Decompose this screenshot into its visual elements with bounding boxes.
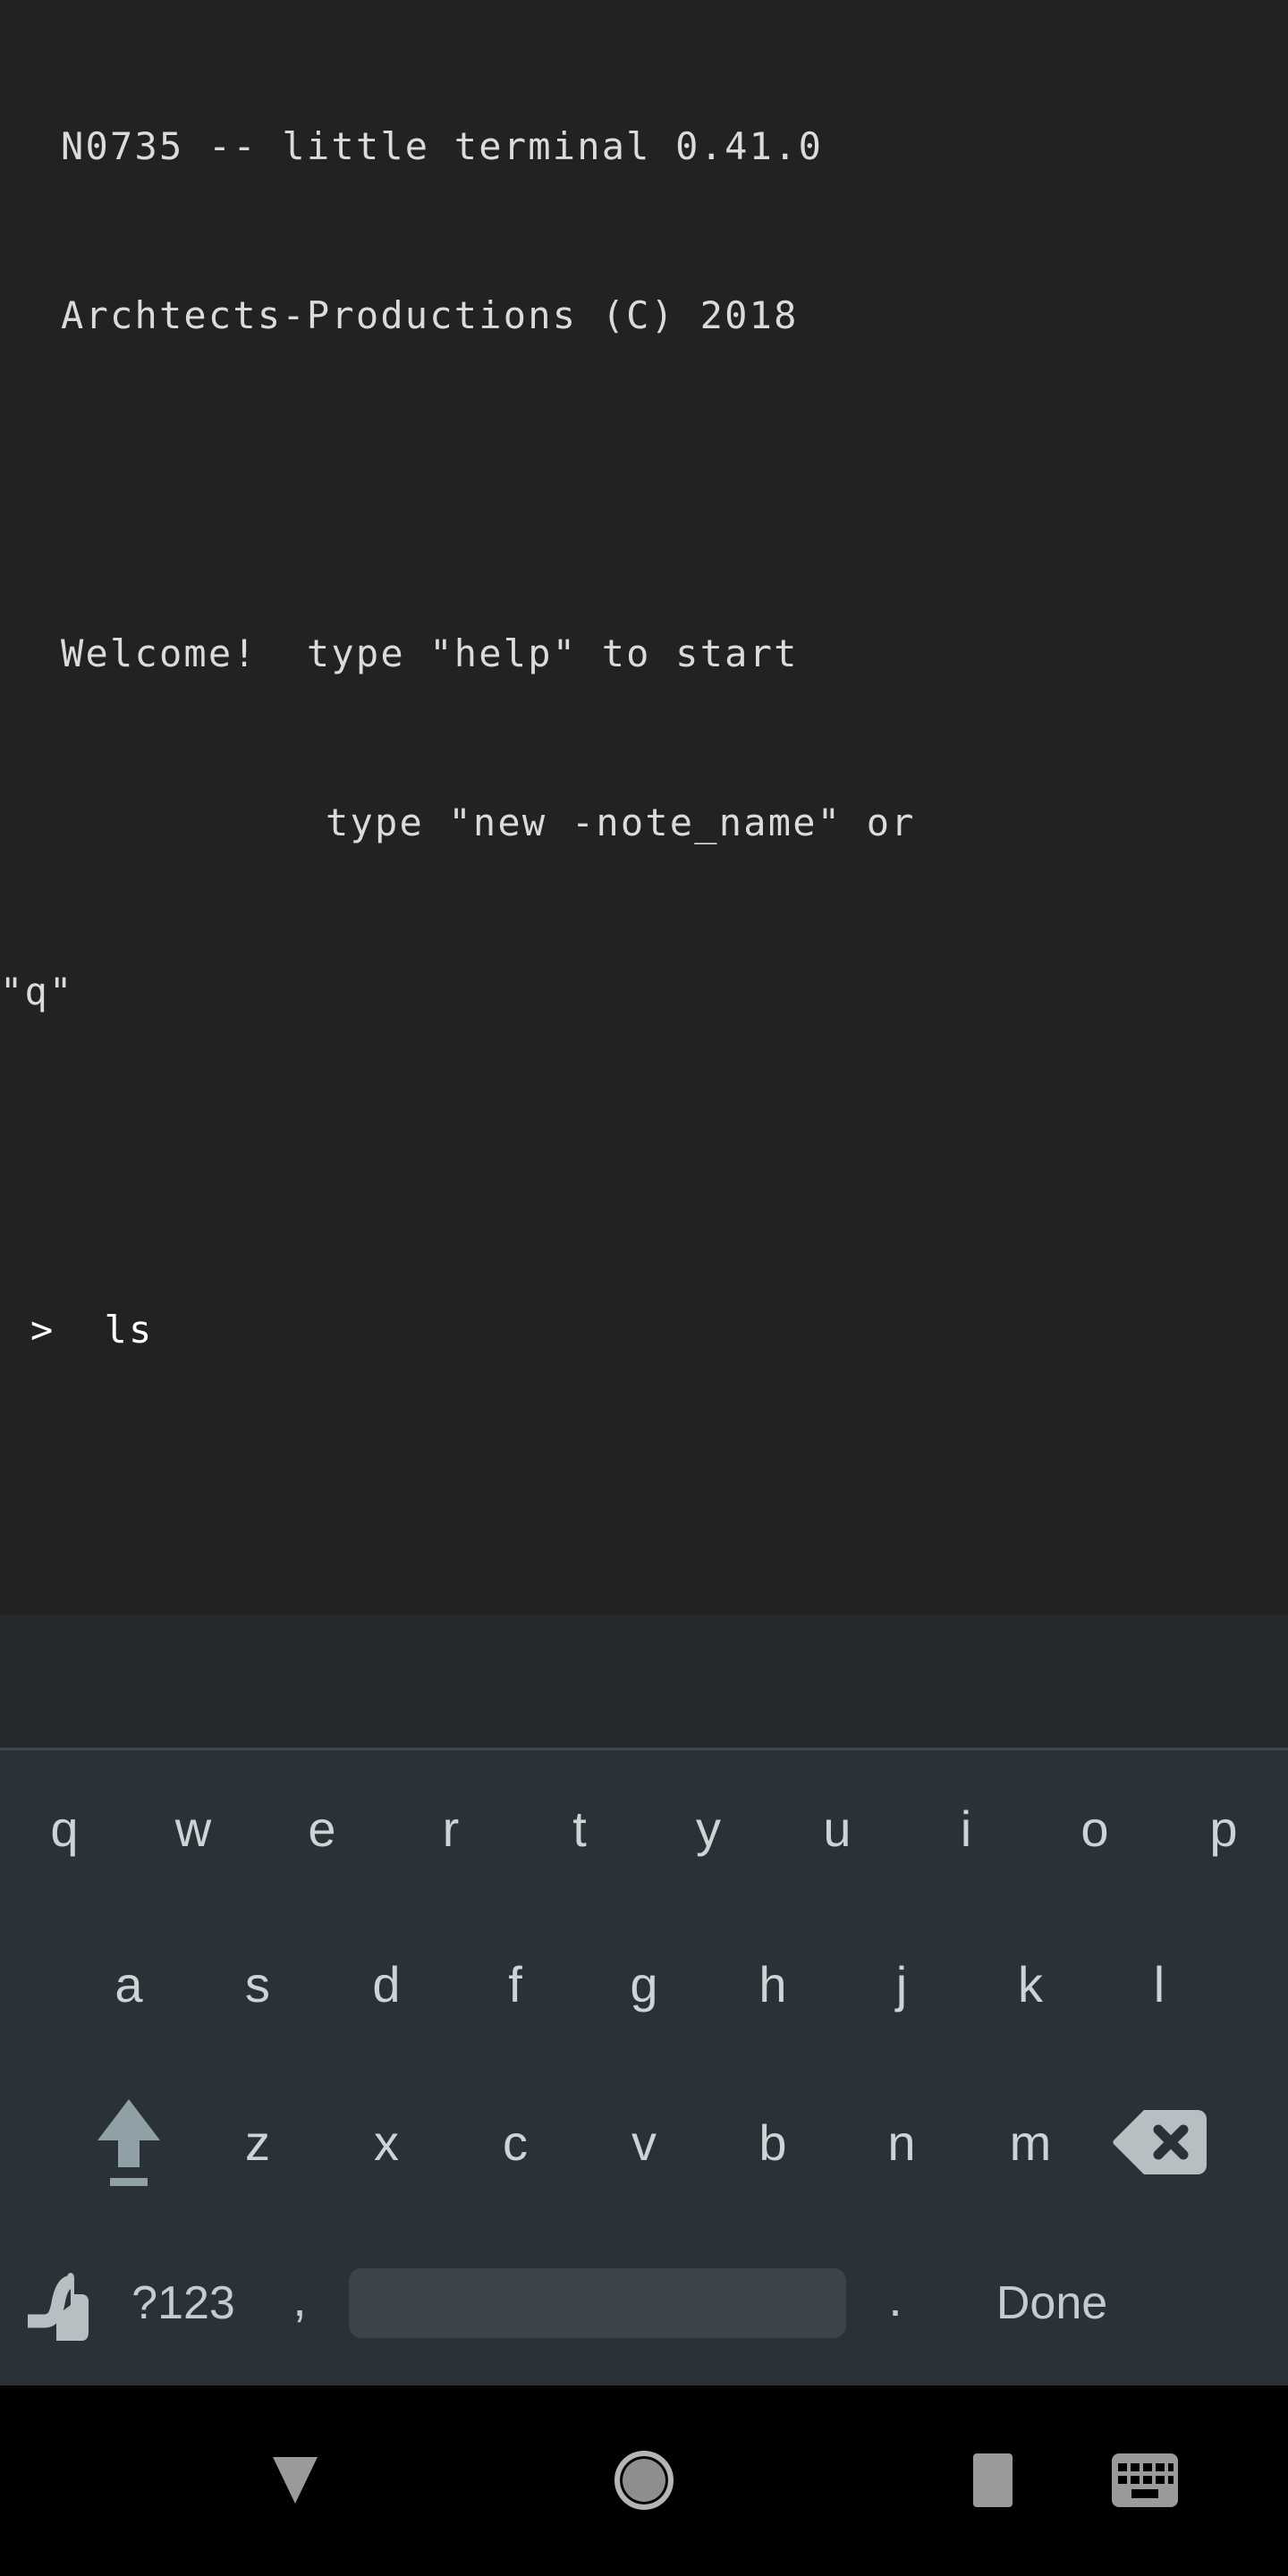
key-d[interactable]: d — [322, 1906, 451, 2062]
terminal-line-version: N0735 -- little terminal 0.41.0 — [61, 124, 824, 168]
phone-screen: N0735 -- little terminal 0.41.0 Archtect… — [0, 0, 1288, 2576]
home-circle-icon — [614, 2450, 674, 2510]
key-j[interactable]: j — [837, 1906, 966, 2062]
shift-arrow-icon — [97, 2099, 160, 2186]
key-e[interactable]: e — [258, 1750, 386, 1906]
handwriting-gesture-key[interactable] — [0, 2223, 116, 2384]
key-z[interactable]: z — [193, 2062, 322, 2223]
done-key[interactable]: Done — [945, 2223, 1159, 2384]
key-o[interactable]: o — [1030, 1750, 1159, 1906]
terminal-blank-line-2 — [0, 1132, 1288, 1189]
key-q[interactable]: q — [0, 1750, 129, 1906]
keyboard-row-2: a s d f g h j k l — [0, 1906, 1288, 2062]
symbols-key[interactable]: ?123 — [116, 2223, 250, 2384]
terminal-output-area[interactable]: N0735 -- little terminal 0.41.0 Archtect… — [0, 0, 1288, 1615]
handwriting-gesture-icon — [28, 2273, 89, 2341]
terminal-prompt-line[interactable]: > ls — [0, 1301, 1288, 1358]
key-t[interactable]: t — [515, 1750, 644, 1906]
key-l[interactable]: l — [1095, 1906, 1224, 2062]
key-p[interactable]: p — [1159, 1750, 1288, 1906]
soft-keyboard[interactable]: q w e r t y u i o p a s d f g h j k l z … — [0, 1750, 1288, 2384]
terminal-line-welcome: Welcome! type "help" to start — [61, 631, 799, 675]
keyboard-row-3: z x c v b n m — [0, 2062, 1288, 2223]
key-v[interactable]: v — [580, 2062, 708, 2223]
shift-key[interactable] — [64, 2062, 193, 2223]
key-i[interactable]: i — [902, 1750, 1030, 1906]
comma-key[interactable]: , — [250, 2223, 349, 2384]
terminal-text: N0735 -- little terminal 0.41.0 Archtect… — [0, 0, 1288, 1470]
space-bar-surface — [349, 2268, 846, 2338]
nav-recents-button[interactable] — [939, 2384, 1046, 2576]
nav-back-button[interactable] — [224, 2384, 367, 2576]
terminal-line-welcome-2: type "new -note_name" or — [326, 801, 916, 844]
key-m[interactable]: m — [966, 2062, 1095, 2223]
key-s[interactable]: s — [193, 1906, 322, 2062]
nav-keyboard-switch-button[interactable] — [1091, 2384, 1199, 2576]
key-y[interactable]: y — [644, 1750, 773, 1906]
key-a[interactable]: a — [64, 1906, 193, 2062]
keyboard-icon — [1112, 2453, 1178, 2507]
terminal-line-welcome-2-wrap: "q" — [0, 970, 74, 1013]
keyboard-row-4: ?123 , . Done — [0, 2223, 1288, 2384]
terminal-line-copyright: Archtects-Productions (C) 2018 — [61, 293, 799, 337]
key-r[interactable]: r — [386, 1750, 515, 1906]
keyboard-gap-strip — [0, 1615, 1288, 1748]
period-key[interactable]: . — [846, 2223, 945, 2384]
key-u[interactable]: u — [773, 1750, 902, 1906]
key-k[interactable]: k — [966, 1906, 1095, 2062]
nav-home-button[interactable] — [572, 2384, 716, 2576]
key-c[interactable]: c — [451, 2062, 580, 2223]
keyboard-row-1: q w e r t y u i o p — [0, 1750, 1288, 1906]
key-n[interactable]: n — [837, 2062, 966, 2223]
key-h[interactable]: h — [708, 1906, 837, 2062]
backspace-icon — [1113, 2110, 1207, 2174]
space-key[interactable] — [349, 2223, 846, 2384]
backspace-key[interactable] — [1095, 2062, 1224, 2223]
recents-square-icon — [973, 2453, 1013, 2507]
android-navigation-bar — [0, 2384, 1288, 2576]
back-triangle-icon — [273, 2456, 318, 2504]
key-f[interactable]: f — [451, 1906, 580, 2062]
key-w[interactable]: w — [129, 1750, 258, 1906]
key-x[interactable]: x — [322, 2062, 451, 2223]
key-b[interactable]: b — [708, 2062, 837, 2223]
key-g[interactable]: g — [580, 1906, 708, 2062]
